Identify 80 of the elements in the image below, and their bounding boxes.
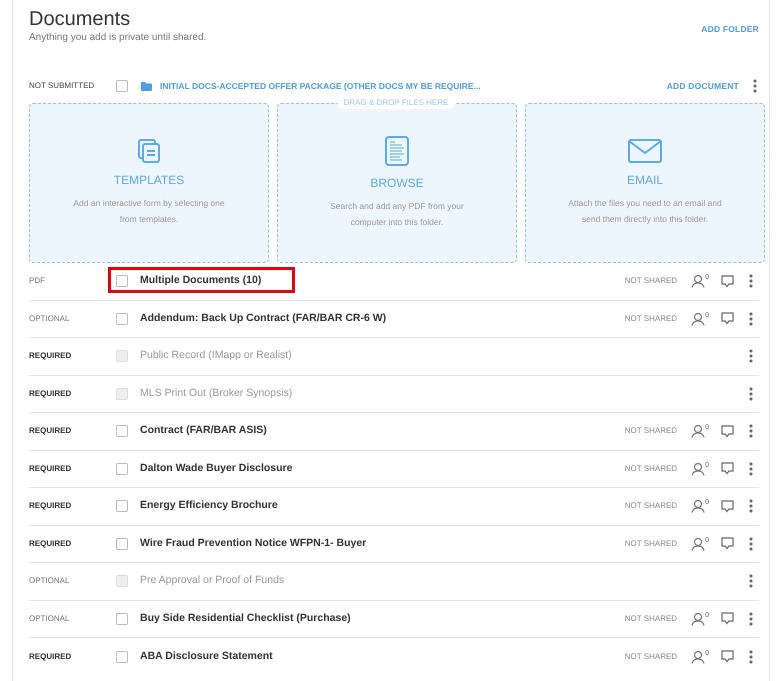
- option-title: BROWSE: [370, 175, 424, 192]
- comment-icon[interactable]: [721, 612, 734, 626]
- share-status: NOT SHARED: [624, 312, 678, 325]
- checkbox[interactable]: [116, 425, 128, 438]
- more-options-icon[interactable]: [749, 612, 753, 626]
- person-icon[interactable]: [691, 650, 706, 664]
- add-folder-link[interactable]: ADD FOLDER: [701, 23, 759, 36]
- folder-name[interactable]: INITIAL DOCS-ACCEPTED OFFER PACKAGE (OTHER DOCS MY BE REQUIRE...: [160, 80, 481, 92]
- comment-icon[interactable]: [721, 650, 734, 664]
- comment-icon[interactable]: [721, 462, 734, 476]
- share-status: NOT SHARED: [624, 538, 678, 550]
- drop-hint: DRAG & DROP FILES HERE: [338, 97, 454, 109]
- option-description: Attach the files you need to an email and send them directly into this folder.: [567, 197, 723, 226]
- option-description: Add an interactive form by selecting one from templates.: [72, 197, 226, 226]
- requirement-label: REQUIRED: [29, 650, 72, 663]
- comment-icon[interactable]: [721, 500, 734, 513]
- checkbox[interactable]: [116, 80, 128, 92]
- document-name[interactable]: Buy Side Residential Checklist (Purchase): [140, 608, 351, 629]
- more-options-icon[interactable]: [749, 499, 753, 514]
- folder-status: NOT SUBMITTED: [29, 80, 96, 92]
- more-options-icon[interactable]: [749, 424, 753, 438]
- checkbox[interactable]: [116, 312, 128, 325]
- requirement-label: REQUIRED: [29, 538, 72, 550]
- add-document-link[interactable]: ADD DOCUMENT: [666, 80, 739, 92]
- more-options-icon[interactable]: [749, 274, 753, 288]
- comment-icon[interactable]: [721, 424, 734, 438]
- document-name[interactable]: ABA Disclosure Statement: [140, 646, 273, 667]
- requirement-label: REQUIRED: [29, 425, 72, 438]
- person-icon[interactable]: [691, 462, 706, 476]
- document-name[interactable]: Energy Efficiency Brochure: [140, 496, 278, 516]
- share-status: NOT SHARED: [624, 500, 678, 512]
- more-options-icon[interactable]: [749, 650, 753, 664]
- document-name[interactable]: Multiple Documents (10): [140, 271, 262, 292]
- requirement-label: REQUIRED: [29, 388, 72, 400]
- document-name[interactable]: Wire Fraud Prevention Notice WFPN-1- Buyer: [140, 534, 366, 554]
- document-name[interactable]: Addendum: Back Up Contract (FAR/BAR CR-6 W): [140, 308, 386, 329]
- document-name[interactable]: Dalton Wade Buyer Disclosure: [140, 458, 292, 479]
- share-status: NOT SHARED: [624, 462, 678, 475]
- more-options-icon[interactable]: [753, 79, 757, 93]
- requirement-label: PDF: [29, 275, 46, 288]
- person-icon[interactable]: [691, 499, 706, 514]
- envelope-icon: [628, 139, 662, 163]
- checkbox[interactable]: [116, 538, 128, 550]
- requirement-label: REQUIRED: [29, 462, 72, 475]
- page-title: Documents: [29, 7, 132, 31]
- document-name[interactable]: Contract (FAR/BAR ASIS): [140, 421, 267, 442]
- checkbox[interactable]: [116, 275, 128, 288]
- templates-icon: [138, 139, 160, 163]
- person-icon[interactable]: [691, 536, 706, 551]
- page-subtitle: Anything you add is private until shared.: [29, 31, 206, 45]
- requirement-label: REQUIRED: [29, 350, 72, 362]
- share-status: NOT SHARED: [624, 650, 678, 663]
- checkbox[interactable]: [116, 462, 128, 475]
- share-status: NOT SHARED: [624, 425, 678, 438]
- more-options-icon[interactable]: [749, 462, 753, 476]
- person-icon[interactable]: [691, 612, 706, 626]
- checkbox[interactable]: [116, 500, 128, 512]
- comment-icon[interactable]: [721, 274, 734, 288]
- requirement-label: OPTIONAL: [29, 612, 70, 625]
- option-description: Search and add any PDF from your computer into this folder.: [329, 200, 465, 229]
- folder-icon: [141, 82, 152, 90]
- person-icon[interactable]: [691, 274, 706, 288]
- document-icon: [385, 136, 409, 166]
- person-icon[interactable]: [691, 312, 706, 326]
- comment-icon[interactable]: [721, 537, 734, 550]
- requirement-label: OPTIONAL: [29, 312, 70, 325]
- requirement-label: OPTIONAL: [29, 575, 70, 588]
- requirement-label: REQUIRED: [29, 500, 72, 512]
- option-title: EMAIL: [626, 172, 663, 189]
- checkbox[interactable]: [116, 650, 128, 663]
- drop-option-card[interactable]: TEMPLATES Add an interactive form by selecting one from templates.: [29, 103, 269, 263]
- option-title: TEMPLATES: [114, 172, 184, 189]
- comment-icon[interactable]: [721, 312, 734, 326]
- more-options-icon[interactable]: [749, 536, 753, 551]
- checkbox[interactable]: [116, 612, 128, 625]
- more-options-icon[interactable]: [749, 312, 753, 326]
- drop-option-card[interactable]: EMAIL Attach the files you need to an email and send them directly into this folder.: [525, 103, 765, 263]
- person-icon[interactable]: [691, 424, 706, 438]
- share-status: NOT SHARED: [624, 275, 678, 288]
- share-status: NOT SHARED: [624, 612, 678, 625]
